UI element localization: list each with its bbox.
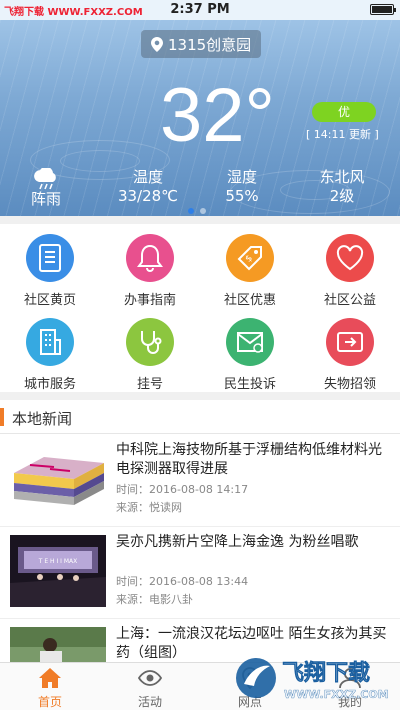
news-thumbnail: T E H I I MAX — [10, 535, 106, 607]
battery-icon — [370, 4, 396, 15]
humidity-label: 湿度 — [226, 168, 257, 186]
svg-text:$: $ — [244, 254, 255, 265]
news-title: 中科院上海技物所基于浮栅结构低维材料光电探测器取得进展 — [116, 442, 382, 477]
weather-condition: 阵雨 — [6, 168, 86, 209]
tab-activities[interactable]: 活动 — [100, 663, 200, 710]
news-item[interactable]: T E H I I MAX 吴亦凡携新片空降上海金逸 为粉丝唱歌 时间：2016… — [0, 527, 400, 619]
service-complaint[interactable]: 民生投诉 — [200, 308, 300, 392]
service-guide[interactable]: 办事指南 — [100, 224, 200, 308]
temp-range-value: 33/28℃ — [117, 187, 179, 205]
service-city[interactable]: 城市服务 — [0, 308, 100, 392]
news-header: 本地新闻 — [0, 400, 400, 434]
mail-icon — [226, 318, 274, 366]
tab-label: 首页 — [37, 695, 62, 709]
bell-icon — [126, 234, 174, 282]
eye-icon — [138, 670, 162, 686]
news-source: 来源：悦读网 — [116, 501, 182, 514]
weather-panel[interactable]: 1315创意园 32° 优 [ 14:11 更新 ] 阵雨 温度 33/28℃ … — [0, 20, 400, 216]
news-thumbnail — [10, 443, 106, 515]
service-label: 民生投诉 — [223, 377, 276, 392]
aqi-badge: 优 — [312, 102, 376, 122]
service-yellow-pages[interactable]: 社区黄页 — [0, 224, 100, 308]
news-section: 本地新闻 中科院上海技物所基于浮栅结构低维材料光电探测器取得进展 时间：2016… — [0, 400, 400, 662]
update-time: [ 14:11 更新 ] — [306, 128, 379, 141]
services-grid: 社区黄页 办事指南 $ 社区优惠 社区公益 城市服务 挂号 民生投诉 失物招领 — [0, 224, 400, 392]
cloud-rain-icon — [34, 168, 56, 190]
price-tag-icon: $ — [226, 234, 274, 282]
service-registration[interactable]: 挂号 — [100, 308, 200, 392]
service-label: 社区公益 — [323, 293, 376, 308]
service-label: 社区优惠 — [223, 293, 276, 308]
temp-range-label: 温度 — [132, 168, 163, 186]
svg-text:T E H I I MAX: T E H I I MAX — [38, 558, 77, 565]
weather-temp-range: 温度 33/28℃ — [108, 168, 188, 206]
service-lost-found[interactable]: 失物招领 — [300, 308, 400, 392]
watermark-url: WWW.FXXZ.COM — [284, 688, 389, 701]
document-icon — [26, 234, 74, 282]
service-label: 社区黄页 — [23, 293, 76, 308]
watermark-brand: 飞翔下载 — [282, 660, 370, 686]
news-time: 时间：2016-08-08 14:17 — [116, 483, 249, 496]
location-button[interactable]: 1315创意园 — [141, 30, 262, 58]
tab-home[interactable]: 首页 — [0, 663, 100, 710]
temperature: 32° — [160, 73, 275, 158]
weather-wind: 东北风 2级 — [302, 168, 382, 206]
humidity-value: 55% — [225, 187, 259, 205]
service-discounts[interactable]: $ 社区优惠 — [200, 224, 300, 308]
page-indicator — [188, 208, 206, 214]
news-time: 时间：2016-08-08 13:44 — [116, 575, 249, 588]
stethoscope-icon — [126, 318, 174, 366]
watermark-logo: 飞翔下载 WWW.FXXZ.COM — [232, 648, 392, 708]
wind-label: 东北风 — [319, 168, 365, 186]
news-item[interactable]: 中科院上海技物所基于浮栅结构低维材料光电探测器取得进展 时间：2016-08-0… — [0, 435, 400, 527]
weather-condition-value: 阵雨 — [30, 190, 61, 208]
location-label: 1315创意园 — [168, 35, 252, 54]
service-label: 办事指南 — [123, 293, 176, 308]
service-label: 失物招领 — [323, 377, 376, 392]
news-title: 吴亦凡携新片空降上海金逸 为粉丝唱歌 — [116, 534, 359, 550]
service-label: 城市服务 — [23, 377, 76, 392]
status-bar: 飞翔下载 WWW.FXXZ.COM 2:37 PM — [0, 0, 400, 20]
home-icon — [39, 668, 61, 688]
transfer-card-icon — [326, 318, 374, 366]
status-time: 2:37 PM — [170, 2, 230, 17]
news-source: 来源：电影八卦 — [116, 593, 193, 606]
location-pin-icon — [151, 36, 163, 52]
news-heading: 本地新闻 — [12, 410, 73, 428]
tab-label: 活动 — [137, 695, 162, 709]
building-icon — [26, 318, 74, 366]
service-label: 挂号 — [136, 377, 163, 392]
heart-icon — [326, 234, 374, 282]
wind-value: 2级 — [329, 187, 355, 205]
service-charity[interactable]: 社区公益 — [300, 224, 400, 308]
weather-humidity: 湿度 55% — [202, 168, 282, 206]
news-thumbnail — [10, 627, 106, 662]
